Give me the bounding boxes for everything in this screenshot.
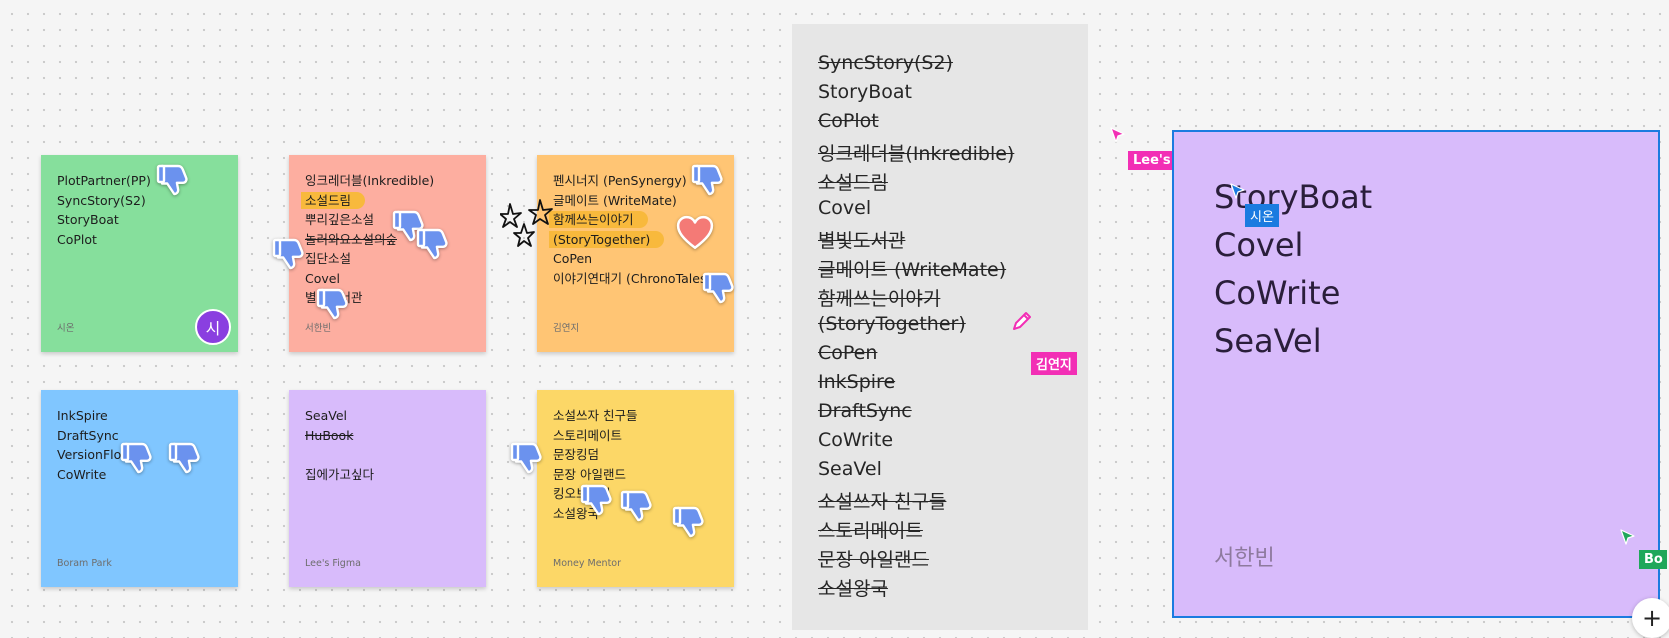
sticky-author: 서한빈: [305, 323, 332, 334]
pencil-cursor-icon: [1013, 312, 1031, 330]
sticky-author: Money Mentor: [553, 558, 622, 569]
sticky-note-blue[interactable]: InkSpire DraftSync VersionFlow CoWrite B…: [41, 390, 238, 587]
thumbs-down-icon[interactable]: [120, 440, 156, 476]
shortlist-item: SeaVel: [1214, 322, 1322, 360]
sticky-lines: SeaVel HuBook 집에가고싶다: [305, 406, 470, 484]
sticky-line: 소설드림: [301, 191, 470, 211]
sticky-author: 시온: [57, 323, 75, 334]
list-item: CoPen: [818, 342, 878, 364]
list-item: CoWrite: [818, 429, 894, 451]
heart-icon-svg: [676, 215, 714, 250]
sticky-line: SyncStory(S2): [57, 192, 146, 208]
sticky-line: HuBook: [305, 427, 354, 443]
thumbs-down-icon-svg: [168, 442, 200, 474]
sticky-line: CoPlot: [57, 231, 97, 247]
thumbs-down-icon-svg: [416, 228, 448, 260]
sticky-line: 문장 아일랜드: [553, 466, 626, 482]
list-item: 함께쓰는이야기: [818, 288, 941, 310]
list-item: CoPlot: [818, 110, 879, 132]
list-item: 소설쓰자 친구들: [818, 491, 947, 513]
shortlist-item: CoWrite: [1214, 274, 1341, 312]
list-item: 소설왕국: [818, 578, 888, 600]
sticky-line: 잉크레더블(Inkredible): [305, 173, 435, 188]
list-item: Covel: [818, 197, 872, 219]
pointer-cursor-icon: [1620, 529, 1635, 545]
thumbs-down-icon[interactable]: [620, 488, 656, 524]
highlighted-text: 소설드림: [301, 191, 366, 209]
thumbs-down-icon-svg: [580, 484, 612, 516]
thumbs-down-icon[interactable]: [510, 440, 546, 476]
sticky-lines: PlotPartner(PP) SyncStory(S2) StoryBoat …: [57, 171, 222, 249]
list-item: (StoryTogether): [818, 313, 966, 335]
thumbs-down-icon[interactable]: [168, 440, 204, 476]
thumbs-down-icon[interactable]: [272, 236, 308, 272]
sticky-line: [305, 445, 470, 465]
cursor-label-sion: 시온: [1245, 204, 1279, 227]
star-doodle-icon: [500, 199, 553, 247]
sticky-line: PlotPartner(PP): [57, 173, 151, 188]
thumbs-down-icon[interactable]: [316, 286, 352, 322]
sticky-author: Lee's Figma: [305, 558, 361, 569]
sticky-note-green[interactable]: PlotPartner(PP) SyncStory(S2) StoryBoat …: [41, 155, 238, 352]
list-item: 별빛도서관: [818, 230, 906, 252]
list-item: InkSpire: [818, 371, 896, 393]
pointer-cursor-icon: [1230, 183, 1245, 199]
thumbs-down-icon-svg: [691, 164, 723, 196]
sticky-author: Boram Park: [57, 558, 112, 569]
list-item: 문장 아일랜드: [818, 549, 929, 571]
list-item: SyncStory(S2): [818, 52, 953, 74]
thumbs-down-icon[interactable]: [691, 162, 727, 198]
thumbs-down-icon[interactable]: [416, 226, 452, 262]
thumbs-down-icon-svg: [510, 442, 542, 474]
thumbs-down-icon-svg: [156, 164, 188, 196]
thumbs-down-icon[interactable]: [672, 504, 708, 540]
sticky-line: 이야기연대기 (ChronoTales): [553, 270, 712, 286]
highlighted-text: 함께쓰는이야기: [549, 211, 648, 228]
list-item: 소설드림: [818, 172, 888, 194]
sticky-line: 집에가고싶다: [305, 466, 375, 482]
thumbs-down-icon-svg: [620, 490, 652, 522]
sticky-note-salmon[interactable]: 잉크레더블(Inkredible) 소설드림 뿌리깊은소설 놀러와요소설의숲 집…: [289, 155, 486, 352]
frame-author: 서한빈: [1214, 546, 1275, 571]
sticky-line: StoryBoat: [57, 212, 119, 227]
cursor-label-bo: Bo: [1639, 550, 1667, 569]
thumbs-down-icon-svg: [120, 442, 152, 474]
sticky-line: 스토리메이트: [553, 427, 623, 443]
list-item: SeaVel: [818, 458, 882, 480]
list-item: 글메이트 (WriteMate): [818, 259, 1007, 281]
thumbs-down-icon[interactable]: [702, 270, 738, 306]
shortlist-item: Covel: [1214, 226, 1304, 264]
add-button[interactable]: +: [1632, 598, 1669, 638]
thumbs-down-icon-svg: [672, 506, 704, 538]
sticky-line: 문장킹덤: [553, 447, 600, 462]
thumbs-down-icon[interactable]: [580, 482, 616, 518]
thumbs-down-icon-svg: [272, 238, 304, 270]
list-item: DraftSync: [818, 400, 912, 422]
sticky-line: 소설쓰자 친구들: [553, 408, 638, 423]
highlighted-text: (StoryTogether): [549, 230, 665, 248]
list-item: 스토리메이트: [818, 520, 923, 542]
pointer-cursor-icon: [1110, 127, 1125, 143]
name-list-panel[interactable]: SyncStory(S2) StoryBoat CoPlot 잉크레더블(Ink…: [792, 24, 1088, 630]
heart-icon[interactable]: [676, 214, 714, 252]
sticky-note-purple[interactable]: SeaVel HuBook 집에가고싶다 Lee's Figma: [289, 390, 486, 587]
cursor-label-kimyeonji: 김연지: [1031, 352, 1077, 375]
thumbs-down-icon-svg: [702, 272, 734, 304]
thumbs-down-icon[interactable]: [156, 162, 192, 198]
avatar[interactable]: 시: [195, 309, 231, 345]
list-item: StoryBoat: [818, 81, 912, 103]
list-item: 잉크레더블(Inkredible): [818, 143, 1015, 165]
sticky-line: SeaVel: [305, 408, 348, 423]
sticky-line: InkSpire: [57, 408, 108, 423]
sticky-author: 김연지: [553, 323, 580, 334]
thumbs-down-icon-svg: [316, 288, 348, 320]
